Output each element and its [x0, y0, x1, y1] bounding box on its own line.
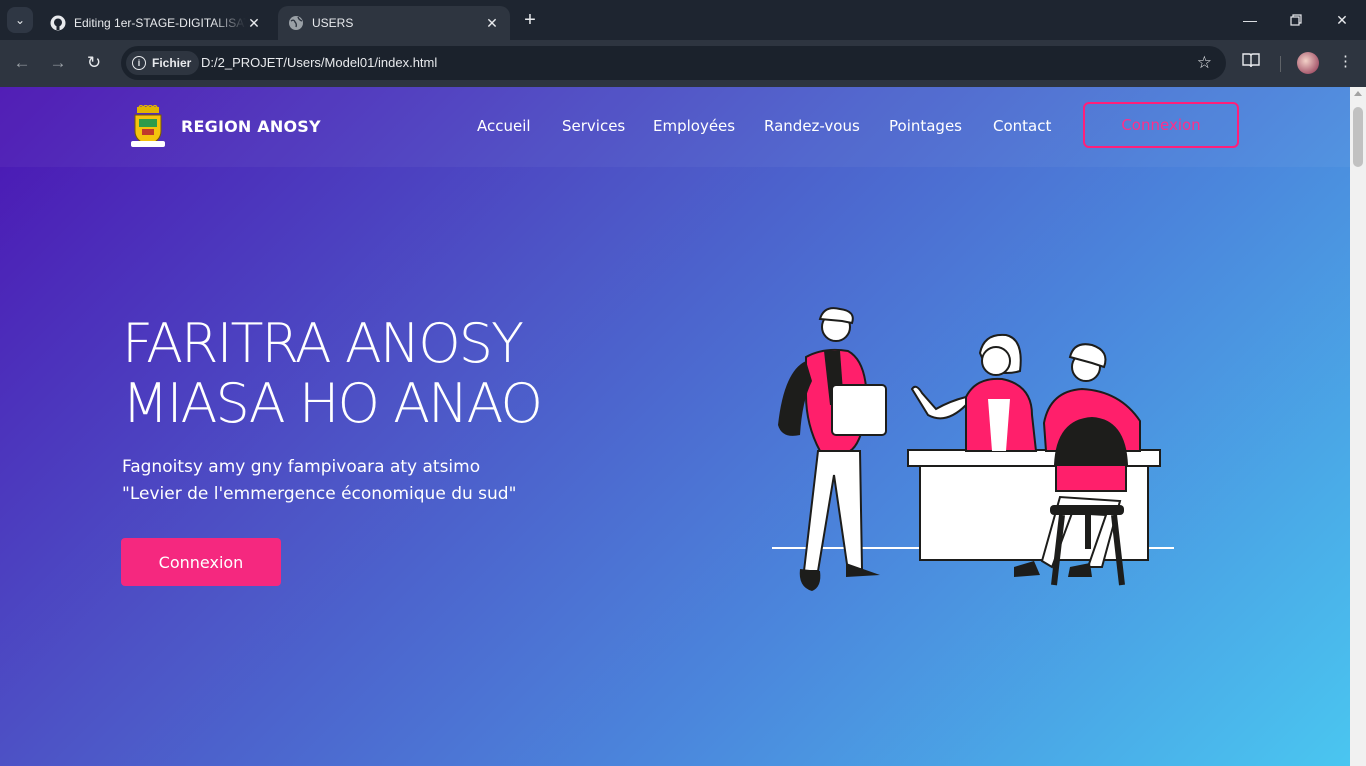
- url-text[interactable]: D:/2_PROJET/Users/Model01/index.html: [201, 55, 437, 70]
- header-login-button[interactable]: Connexion: [1083, 102, 1239, 148]
- info-icon: i: [132, 56, 146, 70]
- page-viewport: REGION ANOSY Accueil Services Employées …: [0, 87, 1350, 766]
- more-menu-icon[interactable]: ⋮: [1338, 52, 1353, 70]
- reload-icon[interactable]: ↻: [82, 51, 106, 75]
- minimize-icon[interactable]: —: [1238, 8, 1262, 32]
- back-icon[interactable]: ←: [10, 51, 34, 75]
- hero-login-button[interactable]: Connexion: [121, 538, 281, 586]
- reading-mode-icon[interactable]: [1242, 52, 1260, 72]
- scroll-thumb[interactable]: [1353, 107, 1363, 167]
- globe-icon: [288, 15, 304, 31]
- nav-link-contact[interactable]: Contact: [993, 117, 1051, 135]
- nav-link-pointages[interactable]: Pointages: [889, 117, 962, 135]
- nav-link-services[interactable]: Services: [562, 117, 625, 135]
- hero-title-line2: MIASA HO ANAO: [122, 372, 543, 435]
- team-meeting-illustration: [772, 307, 1174, 591]
- hero-subtitle: Fagnoitsy amy gny fampivoara aty atsimo …: [122, 454, 516, 508]
- scroll-up-arrow-icon[interactable]: [1354, 91, 1362, 96]
- address-bar[interactable]: i Fichier D:/2_PROJET/Users/Model01/inde…: [121, 46, 1226, 80]
- page-scrollbar[interactable]: [1350, 87, 1366, 766]
- close-tab-icon[interactable]: ✕: [484, 15, 500, 31]
- tab-search-chevron-icon[interactable]: ⌄: [7, 7, 33, 33]
- restore-icon[interactable]: [1284, 8, 1308, 32]
- tab-title: Editing 1er-STAGE-DIGITALISATION: [74, 16, 246, 30]
- browser-toolbar: ← → ↻ i Fichier D:/2_PROJET/Users/Model0…: [0, 40, 1366, 87]
- forward-icon[interactable]: →: [46, 51, 70, 75]
- hero-title-line1: FARITRA ANOSY: [122, 312, 524, 375]
- site-header: REGION ANOSY Accueil Services Employées …: [0, 87, 1350, 167]
- hero-subtitle-line1: Fagnoitsy amy gny fampivoara aty atsimo: [122, 457, 481, 477]
- profile-avatar[interactable]: [1297, 52, 1319, 74]
- tab-title: USERS: [312, 16, 354, 30]
- close-tab-icon[interactable]: ✕: [246, 15, 262, 31]
- new-tab-icon[interactable]: +: [520, 9, 540, 31]
- nav-link-randez-vous[interactable]: Randez-vous: [764, 117, 860, 135]
- region-crest-logo[interactable]: [131, 103, 165, 149]
- hero-subtitle-line2: "Levier de l'emmergence économique du su…: [122, 484, 517, 504]
- github-icon: [50, 15, 66, 31]
- browser-tab-strip: ⌄ Editing 1er-STAGE-DIGITALISATION ✕ USE…: [0, 0, 1366, 40]
- security-chip-label: Fichier: [152, 56, 192, 70]
- site-info-chip[interactable]: i Fichier: [126, 51, 200, 75]
- bookmark-star-icon[interactable]: ☆: [1197, 53, 1212, 73]
- nav-link-employees[interactable]: Employées: [653, 117, 735, 135]
- close-window-icon[interactable]: ✕: [1330, 8, 1354, 32]
- nav-link-accueil[interactable]: Accueil: [477, 117, 531, 135]
- brand-name[interactable]: REGION ANOSY: [181, 117, 321, 136]
- toolbar-divider: [1280, 56, 1281, 72]
- tab-users[interactable]: USERS ✕: [278, 6, 510, 40]
- tab-editing[interactable]: Editing 1er-STAGE-DIGITALISATION ✕: [40, 6, 272, 40]
- hero-title: FARITRA ANOSY MIASA HO ANAO: [122, 312, 543, 435]
